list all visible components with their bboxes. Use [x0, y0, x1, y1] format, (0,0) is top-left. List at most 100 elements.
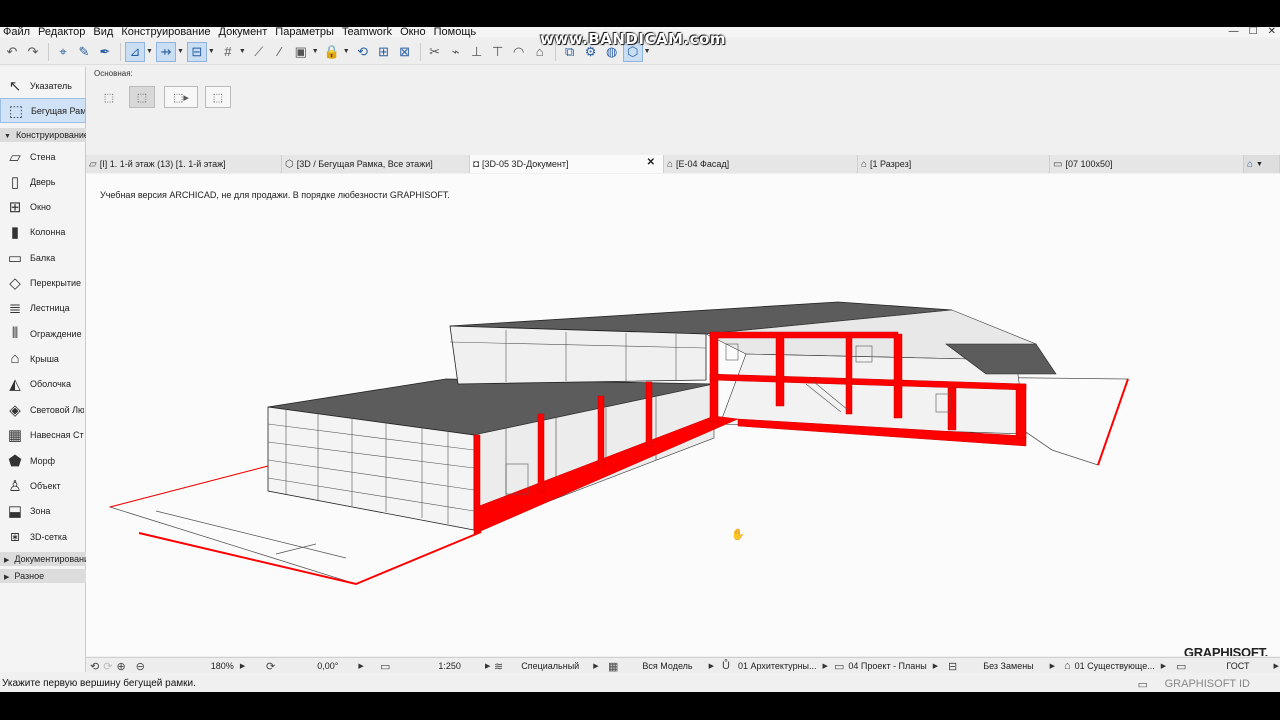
tool-roof[interactable]: ⌂ Крыша [0, 346, 86, 371]
dimension-icon[interactable]: ⊞ [374, 42, 394, 62]
find-select-icon[interactable]: ⌖ [53, 42, 73, 62]
close-button[interactable]: ✕ [1268, 27, 1276, 37]
layers-icon[interactable]: ▣ [291, 42, 311, 62]
renovation-field[interactable]: ⌂ 01 Существующе... ▶ [1064, 658, 1166, 674]
scissors-icon[interactable]: ✂ [425, 42, 445, 62]
tab-section[interactable]: ⌂ [1 Разрез] [858, 155, 1050, 173]
layer-combo-field[interactable]: Ů 01 Архитектурны... ▶ [722, 658, 828, 674]
menu-help[interactable]: Помощь [431, 27, 482, 38]
chevron-down-icon[interactable]: ▼ [312, 48, 319, 55]
minimize-button[interactable]: — [1229, 27, 1239, 37]
tab-3d-marquee[interactable]: ⬡ [3D / Бегущая Рамка, Все этажи] [282, 155, 470, 173]
tool-zone[interactable]: ⬓ Зона [0, 498, 86, 523]
chevron-down-icon[interactable]: ▼ [239, 48, 246, 55]
tool-skylight[interactable]: ◈ Световой Люк [0, 397, 86, 422]
tool-wall[interactable]: ▱ Стена [0, 144, 86, 169]
zoom-field[interactable]: 180% ▶ [198, 658, 258, 674]
tool-door[interactable]: ▯ Дверь [0, 169, 86, 194]
tool-column[interactable]: ▮ Колонна [0, 219, 86, 244]
menu-file[interactable]: Файл [0, 27, 35, 38]
marquee-single-icon[interactable]: ⬚ [96, 86, 122, 108]
3d-viewport[interactable]: Учебная версия ARCHICAD, не для продажи.… [86, 174, 1280, 656]
arc-icon[interactable]: ◠ [509, 42, 529, 62]
chevron-down-icon[interactable]: ▼ [644, 48, 651, 55]
zoom-value: 180% [210, 661, 234, 671]
tool-marquee[interactable]: ⬚ Бегущая Рамка [0, 98, 86, 123]
lock-icon[interactable]: 🔒 [322, 42, 342, 62]
tab-3d-document[interactable]: ◘ [3D-05 3D-Документ] ✕ [470, 155, 664, 173]
menu-edit[interactable]: Редактор [35, 27, 90, 38]
rotate-view-icon[interactable]: ⟲ [90, 660, 99, 673]
rotate-icon[interactable]: ⟲ [353, 42, 373, 62]
group-misc[interactable]: ▶ Разное [0, 569, 86, 583]
group-design[interactable]: ▼ Конструирование [0, 128, 86, 142]
tool-stair[interactable]: ≣ Лестница [0, 295, 86, 320]
dimension-icon: ▭ [1176, 660, 1187, 673]
tool-pointer[interactable]: ↖ Указатель [0, 73, 86, 98]
marquee-rotated-icon[interactable]: ⬚▸ [164, 86, 198, 108]
navigator-icon: ⌂ [1247, 158, 1254, 170]
zoom-in-icon[interactable]: ⊕ [116, 660, 125, 673]
chevron-down-icon[interactable]: ▼ [146, 48, 153, 55]
chevron-down-icon[interactable]: ▼ [208, 48, 215, 55]
elevate-icon[interactable]: ⊥ [467, 42, 487, 62]
offset-icon[interactable]: ⊤ [488, 42, 508, 62]
group-documentation[interactable]: ▶ Документирование [0, 552, 86, 566]
tool-window[interactable]: ⊞ Окно [0, 194, 86, 219]
tool-shell[interactable]: ◭ Оболочка [0, 371, 86, 396]
guide-lines-icon[interactable]: ⊿ [125, 41, 145, 62]
redo-icon[interactable]: ↷ [23, 42, 43, 62]
menu-document[interactable]: Документ [216, 27, 273, 38]
angle-field[interactable]: ⟳ 0,00° ▶ [266, 658, 364, 674]
graphisoft-id[interactable]: GRAPHISOFT ID [1165, 676, 1250, 692]
roof-icon: ⌂ [10, 350, 20, 367]
redo-view-icon[interactable]: ⟳ [103, 660, 112, 673]
tool-mesh[interactable]: ⧆ 3D-сетка [0, 524, 86, 549]
tab-elevation[interactable]: ⌂ [E-04 Фасад] [664, 155, 858, 173]
snap-guides-icon[interactable]: ⇸ [155, 41, 176, 62]
model-value: Вся Модель [642, 661, 693, 671]
shell-icon: ◭ [9, 375, 21, 393]
view-field[interactable]: ≋ Специальный ▶ [494, 658, 599, 674]
tab-floor-plan[interactable]: ▱ [I] 1. 1-й этаж (13) [1. 1-й этаж] [86, 155, 282, 173]
magic-wand-icon[interactable]: ⌁ [446, 42, 466, 62]
floor-plan-icon: ▱ [89, 158, 97, 170]
menu-design[interactable]: Конструирование [118, 27, 215, 38]
cross-icon[interactable]: ⊠ [395, 42, 415, 62]
chevron-down-icon[interactable]: ▼ [177, 48, 184, 55]
snap-points-icon[interactable]: ⊟ [186, 41, 207, 62]
zoom-out-icon[interactable]: ⊖ [136, 660, 145, 673]
pen-set-field[interactable]: ▭ 04 Проект - Планы ▶ [834, 658, 938, 674]
menu-options[interactable]: Параметры [272, 27, 339, 38]
maximize-button[interactable]: ☐ [1249, 27, 1258, 37]
window-icon[interactable]: ▭ [1138, 677, 1148, 692]
menu-view[interactable]: Вид [90, 27, 118, 38]
inject-icon[interactable]: ✒ [95, 42, 115, 62]
close-icon[interactable]: ✕ [647, 157, 655, 168]
tool-label: Стена [30, 151, 56, 162]
tool-morph[interactable]: ⬟ Морф [0, 448, 86, 473]
grid-snap-icon[interactable]: # [218, 42, 238, 62]
scale-field[interactable]: ▭ 1:250 ▶ [380, 658, 490, 674]
gravity-icon[interactable]: ⟋ [249, 42, 269, 62]
tool-curtain-wall[interactable]: ▦ Навесная Стена [0, 422, 86, 447]
tool-slab[interactable]: ◇ Перекрытие [0, 270, 86, 295]
marquee-options-icon[interactable]: ⬚ [205, 86, 231, 108]
tool-beam[interactable]: ▭ Балка [0, 245, 86, 270]
tab-layout[interactable]: ▭ [07 100x50] [1050, 155, 1244, 173]
tab-menu[interactable]: ⌂ ▼ [1244, 155, 1280, 173]
pens-value: 04 Проект - Планы [848, 661, 927, 671]
menu-teamwork[interactable]: Teamwork [339, 27, 397, 38]
zoom-controls: ⟲ ⟳ ⊕ ⊖ [90, 658, 149, 674]
pick-up-icon[interactable]: ✎ [74, 42, 94, 62]
tool-object[interactable]: ♙ Объект [0, 473, 86, 498]
override-field[interactable]: ⊟ Без Замены ▶ [948, 658, 1055, 674]
dimension-field[interactable]: ▭ ГОСТ ▶ [1176, 658, 1279, 674]
undo-icon[interactable]: ↶ [2, 42, 22, 62]
suspend-groups-icon[interactable]: ⁄ [270, 42, 290, 62]
menu-window[interactable]: Окно [397, 27, 431, 38]
tool-railing[interactable]: ⫴ Ограждение [0, 321, 86, 346]
marquee-multi-icon[interactable]: ⬚ [129, 86, 155, 108]
chevron-down-icon[interactable]: ▼ [343, 48, 350, 55]
model-field[interactable]: ▦ Вся Модель ▶ [608, 658, 714, 674]
